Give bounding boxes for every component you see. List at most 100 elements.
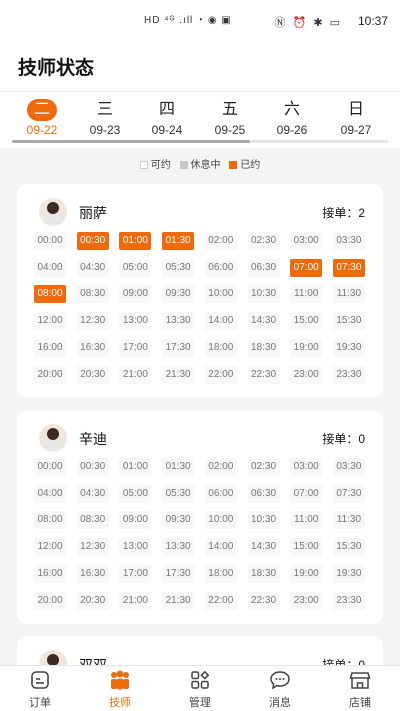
time-slot[interactable]: 19:30	[332, 564, 365, 583]
time-slot[interactable]: 23:00	[290, 591, 323, 610]
day-tab-3[interactable]: 五 09-25	[200, 92, 260, 137]
time-slot[interactable]: 17:00	[119, 564, 152, 583]
time-slot[interactable]: 18:00	[204, 338, 237, 357]
time-slot[interactable]: 02:30	[247, 232, 280, 250]
time-slot[interactable]: 23:00	[290, 365, 323, 384]
time-slot[interactable]: 12:30	[76, 312, 109, 331]
time-slot[interactable]: 08:00	[34, 285, 66, 304]
time-slot[interactable]: 08:30	[76, 285, 109, 304]
time-slot[interactable]: 21:30	[162, 591, 195, 610]
time-slot[interactable]: 18:00	[204, 564, 237, 583]
time-slot[interactable]: 07:00	[290, 258, 323, 277]
time-slot[interactable]: 20:00	[34, 591, 66, 610]
time-slot[interactable]: 23:30	[332, 365, 365, 384]
time-slot[interactable]: 11:00	[290, 285, 323, 304]
time-slot[interactable]: 09:30	[162, 285, 195, 304]
time-slot[interactable]: 16:30	[76, 338, 109, 357]
time-slot[interactable]: 19:00	[290, 564, 323, 583]
time-slot[interactable]: 13:30	[162, 538, 195, 557]
day-tab-5[interactable]: 日 09-27	[326, 92, 386, 137]
time-slot[interactable]: 07:30	[332, 484, 365, 503]
day-scroll-thumb[interactable]	[12, 140, 250, 143]
time-slot[interactable]: 18:30	[247, 564, 280, 583]
time-slot[interactable]: 12:00	[34, 538, 66, 557]
time-slot[interactable]: 02:00	[204, 232, 237, 250]
nav-messages[interactable]: 消息	[240, 670, 320, 710]
time-slot[interactable]: 20:30	[76, 591, 109, 610]
time-slot[interactable]: 20:30	[76, 365, 109, 384]
time-slot[interactable]: 05:00	[119, 258, 152, 277]
time-slot[interactable]: 16:00	[34, 338, 66, 357]
time-slot[interactable]: 07:30	[332, 258, 365, 277]
nav-shop[interactable]: 店铺	[320, 670, 400, 710]
time-slot[interactable]: 00:00	[34, 232, 66, 250]
time-slot[interactable]: 15:30	[332, 538, 365, 557]
time-slot[interactable]: 00:00	[34, 458, 66, 476]
time-slot[interactable]: 10:30	[247, 511, 280, 530]
time-slot[interactable]: 21:00	[119, 365, 152, 384]
time-slot[interactable]: 02:30	[247, 458, 280, 476]
time-slot[interactable]: 20:00	[34, 365, 66, 384]
time-slot[interactable]: 17:30	[162, 338, 195, 357]
time-slot[interactable]: 05:00	[119, 484, 152, 503]
time-slot[interactable]: 03:30	[332, 458, 365, 476]
time-slot[interactable]: 01:30	[162, 458, 195, 476]
time-slot[interactable]: 11:00	[290, 511, 323, 530]
time-slot[interactable]: 17:30	[162, 564, 195, 583]
day-tab-0[interactable]: 二 09-22	[12, 92, 72, 137]
time-slot[interactable]: 07:00	[290, 484, 323, 503]
time-slot[interactable]: 17:00	[119, 338, 152, 357]
time-slot[interactable]: 10:00	[204, 511, 237, 530]
time-slot[interactable]: 06:00	[204, 484, 237, 503]
time-slot[interactable]: 04:30	[76, 258, 109, 277]
time-slot[interactable]: 08:00	[34, 511, 66, 530]
time-slot[interactable]: 03:00	[290, 458, 323, 476]
time-slot[interactable]: 01:00	[119, 232, 152, 250]
time-slot[interactable]: 19:30	[332, 338, 365, 357]
day-tab-2[interactable]: 四 09-24	[137, 92, 197, 137]
time-slot[interactable]: 16:00	[34, 564, 66, 583]
time-slot[interactable]: 13:00	[119, 312, 152, 331]
time-slot[interactable]: 05:30	[162, 258, 195, 277]
time-slot[interactable]: 00:30	[76, 458, 109, 476]
time-slot[interactable]: 04:00	[34, 258, 66, 277]
time-slot[interactable]: 12:00	[34, 312, 66, 331]
time-slot[interactable]: 14:00	[204, 312, 237, 331]
time-slot[interactable]: 03:00	[290, 232, 323, 250]
time-slot[interactable]: 14:00	[204, 538, 237, 557]
time-slot[interactable]: 19:00	[290, 338, 323, 357]
time-slot[interactable]: 21:30	[162, 365, 195, 384]
time-slot[interactable]: 13:00	[119, 538, 152, 557]
time-slot[interactable]: 09:00	[119, 285, 152, 304]
time-slot[interactable]: 10:30	[247, 285, 280, 304]
time-slot[interactable]: 14:30	[247, 538, 280, 557]
time-slot[interactable]: 13:30	[162, 312, 195, 331]
time-slot[interactable]: 06:00	[204, 258, 237, 277]
time-slot[interactable]: 04:00	[34, 484, 66, 503]
nav-manage[interactable]: 管理	[160, 670, 240, 710]
time-slot[interactable]: 22:30	[247, 365, 280, 384]
time-slot[interactable]: 04:30	[76, 484, 109, 503]
time-slot[interactable]: 09:30	[162, 511, 195, 530]
day-tab-4[interactable]: 六 09-26	[262, 92, 322, 137]
time-slot[interactable]: 15:00	[290, 312, 323, 331]
time-slot[interactable]: 23:30	[332, 591, 365, 610]
time-slot[interactable]: 22:30	[247, 591, 280, 610]
time-slot[interactable]: 01:00	[119, 458, 152, 476]
time-slot[interactable]: 16:30	[76, 564, 109, 583]
time-slot[interactable]: 06:30	[247, 258, 280, 277]
time-slot[interactable]: 18:30	[247, 338, 280, 357]
time-slot[interactable]: 02:00	[204, 458, 237, 476]
time-slot[interactable]: 05:30	[162, 484, 195, 503]
time-slot[interactable]: 12:30	[76, 538, 109, 557]
time-slot[interactable]: 15:30	[332, 312, 365, 331]
time-slot[interactable]: 01:30	[162, 232, 195, 250]
time-slot[interactable]: 21:00	[119, 591, 152, 610]
time-slot[interactable]: 08:30	[76, 511, 109, 530]
time-slot[interactable]: 11:30	[332, 511, 365, 530]
time-slot[interactable]: 10:00	[204, 285, 237, 304]
time-slot[interactable]: 14:30	[247, 312, 280, 331]
time-slot[interactable]: 03:30	[332, 232, 365, 250]
nav-orders[interactable]: 订单	[0, 670, 80, 710]
time-slot[interactable]: 22:00	[204, 365, 237, 384]
